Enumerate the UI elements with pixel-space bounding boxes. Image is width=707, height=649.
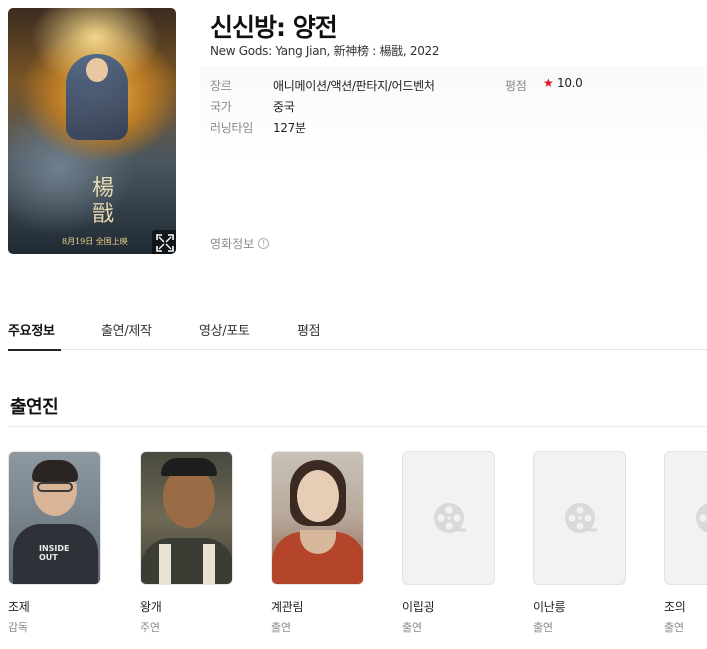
- cast-photo-placeholder[interactable]: [664, 451, 707, 585]
- tab-cast-crew[interactable]: 출연/제작: [101, 318, 159, 350]
- cast-name[interactable]: 이난릉: [533, 598, 626, 615]
- movie-title: 신신방: 양전: [210, 13, 338, 42]
- photo-face: [297, 470, 339, 522]
- cast-card: INSIDE OUT 조제 감독: [8, 451, 101, 635]
- genre-value: 애니메이션/액션/판타지/어드벤처: [273, 79, 435, 93]
- expand-icon: [156, 234, 174, 252]
- poster-title-text: 楊戩: [92, 176, 115, 227]
- cast-photo-placeholder[interactable]: [402, 451, 495, 585]
- cast-name[interactable]: 왕개: [140, 598, 233, 615]
- star-icon: ★: [543, 76, 554, 90]
- photo-glasses: [37, 482, 73, 492]
- cast-role: 감독: [8, 621, 28, 634]
- film-reel-icon: [565, 503, 597, 533]
- cast-role: 출연: [664, 621, 684, 634]
- cast-card: 왕개 주연: [140, 451, 233, 635]
- cast-card: 계관림 출연: [271, 451, 364, 635]
- country-value: 중국: [273, 100, 295, 114]
- photo-hair: [32, 460, 78, 482]
- genre-row: 장르: [210, 77, 232, 94]
- tab-rating[interactable]: 평점: [297, 318, 327, 350]
- country-label: 국가: [210, 100, 232, 114]
- cast-photo-placeholder[interactable]: [533, 451, 626, 585]
- genre-value-row: 애니메이션/액션/판타지/어드벤처: [273, 77, 435, 94]
- film-reel-icon: [696, 503, 707, 533]
- genre-label: 장르: [210, 79, 232, 93]
- cast-photo[interactable]: INSIDE OUT: [8, 451, 101, 585]
- cast-name[interactable]: 이립굉: [402, 598, 495, 615]
- poster-figure-head: [86, 58, 108, 82]
- expand-poster-button[interactable]: [152, 230, 176, 254]
- photo-body: [141, 538, 232, 584]
- cast-section-title: 출연진: [10, 397, 59, 418]
- rating-label: 평점: [505, 79, 527, 93]
- info-icon: !: [258, 238, 270, 249]
- cast-role: 주연: [140, 621, 160, 634]
- photo-cap: [161, 458, 217, 476]
- cast-card: 이립굉 출연: [402, 451, 495, 635]
- tab-bar: 주요정보 출연/제작 영상/포토 평점: [8, 318, 707, 351]
- runtime-value: 127분: [273, 121, 306, 135]
- cast-role: 출연: [271, 621, 291, 634]
- country-value-row: 중국: [273, 98, 295, 115]
- cast-card: 조의 출연: [664, 451, 707, 635]
- photo-strap: [203, 544, 215, 584]
- cast-card: 이난릉 출연: [533, 451, 626, 635]
- cast-photo[interactable]: [140, 451, 233, 585]
- rating-value-row: ★ 10.0: [543, 76, 583, 90]
- runtime-value-row: 127분: [273, 119, 306, 136]
- movie-info-label: 영화정보: [210, 237, 255, 251]
- section-divider: [8, 426, 707, 427]
- cast-name[interactable]: 계관림: [271, 598, 364, 615]
- tab-video-photo[interactable]: 영상/포토: [199, 318, 257, 350]
- cast-name[interactable]: 조의: [664, 598, 707, 615]
- movie-info-link[interactable]: 영화정보 !: [210, 235, 270, 252]
- runtime-row: 러닝타임: [210, 119, 253, 136]
- rating-row: 평점: [505, 77, 527, 94]
- photo-strap: [159, 544, 171, 584]
- cast-role: 출연: [533, 621, 553, 634]
- cast-name[interactable]: 조제: [8, 598, 101, 615]
- film-reel-icon: [434, 503, 466, 533]
- cast-photo[interactable]: [271, 451, 364, 585]
- rating-value: 10.0: [556, 76, 583, 90]
- cast-role: 출연: [402, 621, 422, 634]
- poster-date-text: 8月19日 全国上映: [62, 237, 128, 246]
- photo-shirt-print: INSIDE OUT: [39, 544, 70, 562]
- movie-poster[interactable]: 楊戩 8月19日 全国上映: [8, 8, 176, 254]
- runtime-label: 러닝타임: [210, 121, 253, 135]
- tab-main-info[interactable]: 주요정보: [8, 318, 61, 351]
- country-row: 국가: [210, 98, 232, 115]
- movie-subtitle: New Gods: Yang Jian, 新神榜 : 楊戩, 2022: [210, 44, 440, 58]
